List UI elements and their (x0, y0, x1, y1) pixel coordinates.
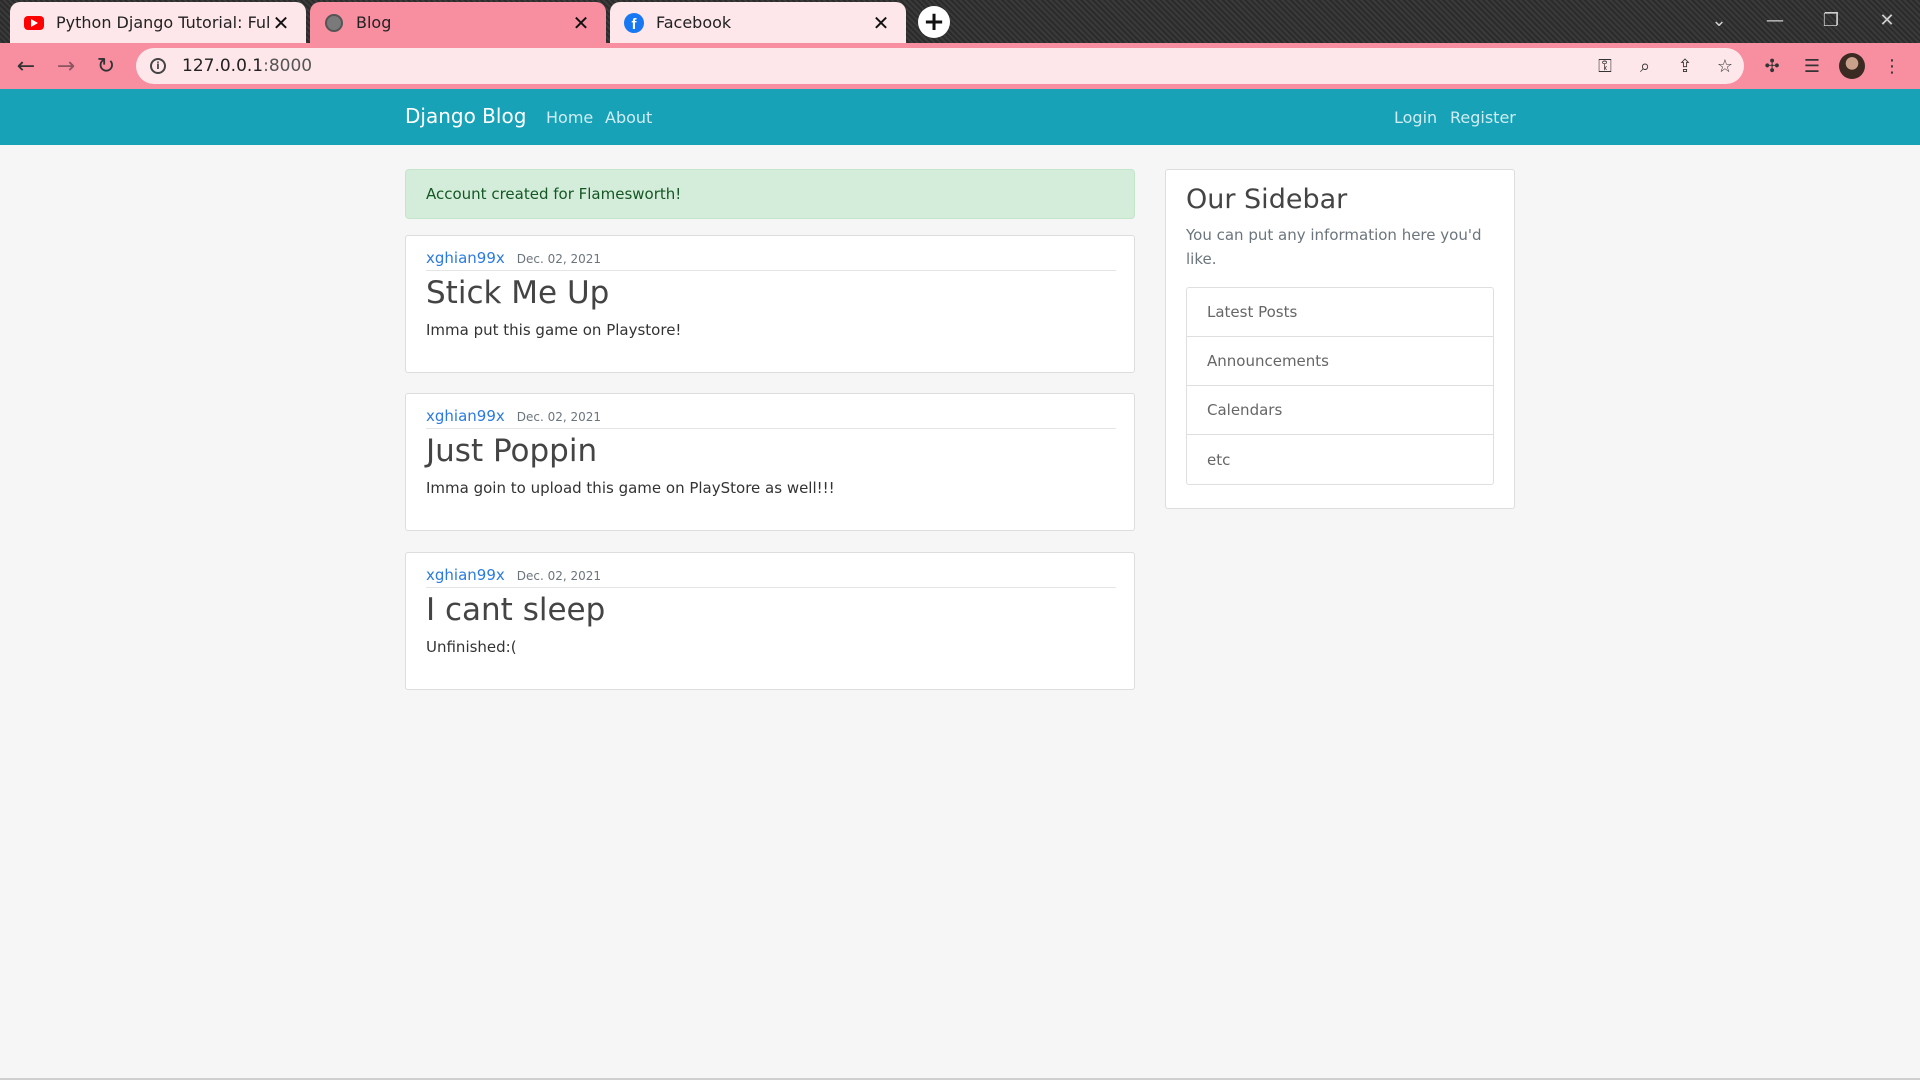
sidebar-description: You can put any information here you'd l… (1186, 226, 1482, 268)
tab-search-icon[interactable]: ⌄ (1696, 6, 1742, 34)
back-icon[interactable]: ← (12, 52, 40, 80)
address-bar[interactable]: i 127.0.0.1:8000 ⚿ ⌕ ⇪ ☆ (136, 48, 1744, 84)
restore-icon[interactable]: ❐ (1808, 6, 1854, 34)
sidebar-item-announcements[interactable]: Announcements (1187, 337, 1493, 386)
close-tab-icon[interactable]: ✕ (570, 11, 592, 35)
post-date: Dec. 02, 2021 (516, 410, 602, 424)
tab-title: Facebook (656, 13, 732, 32)
post-meta: xghian99x Dec. 02, 2021 (426, 566, 1116, 588)
reading-list-icon[interactable]: ☰ (1798, 52, 1826, 80)
browser-tab-blog[interactable]: Blog ✕ (310, 2, 606, 43)
forward-icon[interactable]: → (52, 52, 80, 80)
post-title[interactable]: I cant sleep (426, 592, 1114, 628)
zoom-icon[interactable]: ⌕ (1632, 53, 1658, 79)
post-date: Dec. 02, 2021 (516, 252, 602, 266)
post-meta: xghian99x Dec. 02, 2021 (426, 407, 1116, 429)
browser-toolbar: ← → ↻ i 127.0.0.1:8000 ⚿ ⌕ ⇪ ☆ ✣ ☰ ⋮ (0, 43, 1920, 89)
sidebar-title: Our Sidebar (1186, 184, 1348, 215)
sidebar-item-latest-posts[interactable]: Latest Posts (1187, 288, 1493, 337)
post-card: xghian99x Dec. 02, 2021 Stick Me Up Imma… (405, 235, 1135, 373)
success-alert: Account created for Flamesworth! (405, 169, 1135, 219)
post-author-link[interactable]: xghian99x (426, 249, 505, 267)
key-icon[interactable]: ⚿ (1592, 53, 1618, 79)
sidebar-item-etc[interactable]: etc (1187, 435, 1493, 484)
tab-title: Blog (356, 13, 392, 32)
nav-link-login[interactable]: Login (1394, 108, 1437, 127)
post-title[interactable]: Just Poppin (426, 433, 1114, 469)
post-content: Unfinished:( (426, 638, 517, 656)
reload-icon[interactable]: ↻ (92, 52, 120, 80)
close-tab-icon[interactable]: ✕ (870, 11, 892, 35)
tab-title: Python Django Tutorial: Full-Feat (56, 13, 270, 32)
extensions-icon[interactable]: ✣ (1758, 52, 1786, 80)
post-content: Imma put this game on Playstore! (426, 321, 682, 339)
site-brand[interactable]: Django Blog (405, 104, 526, 128)
close-window-icon[interactable]: ✕ (1864, 6, 1910, 34)
close-tab-icon[interactable]: ✕ (270, 11, 292, 35)
site-navbar: Django Blog Home About Login Register (0, 89, 1920, 145)
nav-link-register[interactable]: Register (1450, 108, 1516, 127)
share-icon[interactable]: ⇪ (1672, 53, 1698, 79)
minimize-icon[interactable]: — (1752, 6, 1798, 34)
post-card: xghian99x Dec. 02, 2021 Just Poppin Imma… (405, 393, 1135, 531)
sidebar-item-calendars[interactable]: Calendars (1187, 386, 1493, 435)
post-date: Dec. 02, 2021 (516, 569, 602, 583)
sidebar: Our Sidebar You can put any information … (1165, 169, 1515, 509)
url-text: 127.0.0.1:8000 (182, 56, 313, 76)
menu-kebab-icon[interactable]: ⋮ (1878, 52, 1906, 80)
post-author-link[interactable]: xghian99x (426, 566, 505, 584)
browser-tab-facebook[interactable]: f Facebook ✕ (610, 2, 906, 43)
post-title[interactable]: Stick Me Up (426, 275, 1114, 311)
post-author-link[interactable]: xghian99x (426, 407, 505, 425)
alert-message: Account created for Flamesworth! (426, 185, 682, 203)
site-info-icon[interactable]: i (150, 58, 166, 74)
post-meta: xghian99x Dec. 02, 2021 (426, 249, 1116, 271)
new-tab-button[interactable]: + (918, 6, 950, 38)
post-card: xghian99x Dec. 02, 2021 I cant sleep Unf… (405, 552, 1135, 690)
post-content: Imma goin to upload this game on PlaySto… (426, 479, 835, 497)
globe-icon (324, 13, 344, 33)
bookmark-star-icon[interactable]: ☆ (1712, 53, 1738, 79)
nav-link-home[interactable]: Home (546, 108, 593, 127)
browser-tab-youtube[interactable]: Python Django Tutorial: Full-Feat ✕ (10, 2, 306, 43)
facebook-icon: f (624, 12, 644, 33)
profile-avatar[interactable] (1838, 52, 1866, 80)
youtube-icon (24, 13, 44, 33)
browser-tab-strip: Python Django Tutorial: Full-Feat ✕ Blog… (0, 0, 1920, 43)
sidebar-list: Latest Posts Announcements Calendars etc (1186, 287, 1494, 485)
nav-link-about[interactable]: About (605, 108, 652, 127)
